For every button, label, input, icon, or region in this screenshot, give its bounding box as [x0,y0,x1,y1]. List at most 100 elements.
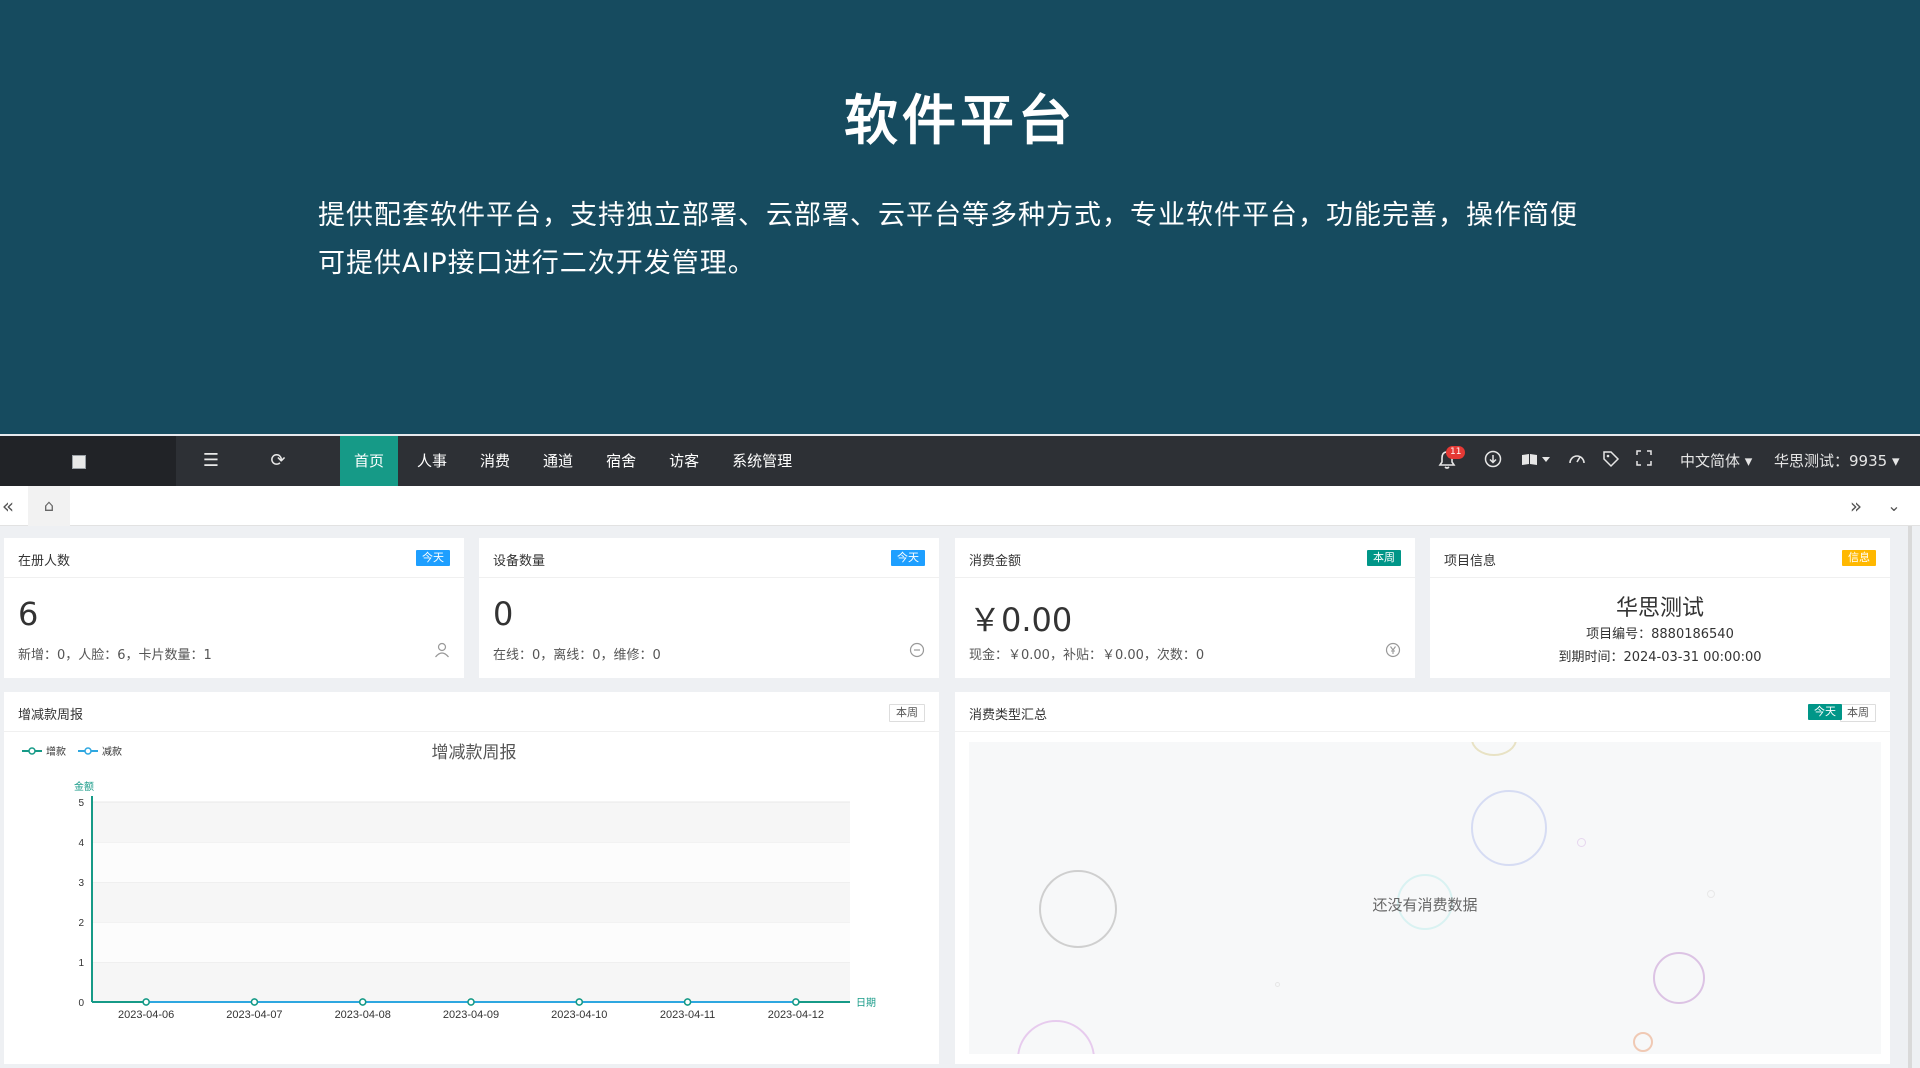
panel-header: 消费类型汇总 本周 今天 [955,692,1890,732]
nav-item-home[interactable]: 首页 [340,436,399,486]
registered-count: 6 [18,595,39,633]
hero-desc-line2: 可提供AIP接口进行二次开发管理。 [318,248,756,279]
spend-detail: 现金：￥0.00，补贴：￥0.00，次数：0 [969,648,1205,663]
fullscreen-icon[interactable] [1636,450,1652,472]
nav-item-system[interactable]: 系统管理 [718,436,806,486]
today-tab[interactable]: 今天 [1808,704,1842,720]
book-dropdown-icon[interactable] [1520,450,1554,474]
x-tick-label: 2023-04-07 [226,1009,282,1021]
y-tick-label: 2 [78,918,84,929]
legend-marker [84,747,92,755]
nav-item-consumption[interactable]: 消费 [466,436,524,486]
home-tab-icon[interactable]: ⌂ [28,486,70,526]
tag-icon[interactable] [1602,450,1620,474]
x-tick-label: 2023-04-08 [335,1009,391,1021]
tab-scroll-right-icon[interactable]: » [1846,486,1866,526]
card-tag: 信息 [1842,550,1876,566]
project-code: 项目编号：8880186540 [1586,627,1734,642]
decor-bubble [1471,790,1547,866]
project-name: 华思测试 [1615,596,1704,621]
card-tag: 今天 [891,550,925,566]
project-expire: 到期时间：2024-03-31 00:00:00 [1558,650,1762,665]
card-title: 项目信息 [1444,554,1497,569]
hero-title: 软件平台 [844,89,1076,152]
y-axis-label: 金额 [74,780,94,793]
tab-scroll-left-icon[interactable]: « [0,486,16,526]
registered-detail: 新增：0，人脸：6，卡片数量：1 [18,648,212,663]
menu-toggle-icon[interactable]: ☰ [199,449,223,473]
logo-area [0,436,176,486]
language-select[interactable]: 中文简体 ▾ [1680,450,1752,472]
card-tag: 今天 [416,550,450,566]
hero-description: 提供配套软件平台，支持独立部署、云部署、云平台等多种方式，专业软件平台，功能完善… [318,192,1638,288]
tab-bar: « ⌂ » ⌄ [0,486,1920,526]
data-point [250,998,259,1006]
week-tab[interactable]: 本周 [1840,704,1876,722]
nav-item-dormitory[interactable]: 宿舍 [592,436,650,486]
scrollbar[interactable] [1908,526,1912,1068]
weekly-report-panel: 增减款周报 本周 增减款周报 增款 减款 金额 0 1 2 3 4 5 日期 2023-04-06 20… [4,692,939,1064]
nav-item-personnel[interactable]: 人事 [403,436,461,486]
user-label: 华思测试：9935 [1774,452,1888,470]
y-tick-label: 4 [78,838,84,849]
data-point [683,998,692,1006]
card-header: 设备数量 今天 [479,538,939,578]
decor-bubble [1017,1020,1095,1054]
decor-bubble [1471,742,1517,756]
yen-icon [1385,642,1401,662]
legend-label: 减款 [102,745,122,758]
card-tag: 本周 [1367,550,1401,566]
decor-bubble [1275,982,1280,987]
card-title: 在册人数 [18,554,71,569]
decor-bubble [1633,1032,1653,1052]
device-status-icon [909,642,925,662]
empty-data-message: 还没有消费数据 [1372,896,1478,914]
grid-band [92,802,850,842]
language-label: 中文简体 [1680,452,1741,470]
dashboard-icon[interactable] [1568,450,1586,474]
panel-title: 消费类型汇总 [969,708,1048,723]
card-header: 项目信息 信息 [1430,538,1890,578]
data-point [792,998,800,1006]
y-tick-label: 1 [78,958,84,969]
x-tick-label: 2023-04-10 [551,1009,607,1021]
devices-count: 0 [493,595,514,633]
notification-count: 11 [1446,446,1466,459]
legend-label: 增款 [46,745,66,758]
logo-image [72,455,86,469]
project-card: 项目信息 信息 华思测试 项目编号：8880186540 到期时间：2024-0… [1430,538,1890,678]
weekly-line-chart: 增减款周报 增款 减款金额 0 1 2 3 4 5 日期 2023-04-06 2023-04-07 2… [22,743,876,1021]
devices-card: 设备数量 今天 0 在线：0，离线：0，维修：0 [479,538,939,678]
y-tick-label: 0 [78,998,84,1009]
card-header: 在册人数 今天 [4,538,464,578]
x-tick-label: 2023-04-11 [660,1009,715,1021]
consumption-type-panel: 消费类型汇总 本周 今天 还没有消费数据 [955,692,1890,1064]
registered-card: 在册人数 今天 6 新增：0，人脸：6，卡片数量：1 [4,538,464,678]
app-screenshot: ☰ ⟳ 首页 人事 消费 通道 宿舍 访客 系统管理 11 中文简体 ▾ 华思测… [0,434,1920,1068]
bell-icon[interactable]: 11 [1438,446,1466,476]
y-tick-label: 5 [78,798,84,809]
grid-band [92,962,850,1002]
download-icon[interactable] [1484,450,1502,474]
card-title: 设备数量 [493,554,546,569]
x-tick-label: 2023-04-12 [768,1009,824,1021]
x-tick-label: 2023-04-09 [443,1009,499,1021]
devices-detail: 在线：0，离线：0，维修：0 [493,648,661,663]
x-tick-label: 2023-04-06 [118,1009,174,1021]
tab-options-chevron-down-icon[interactable]: ⌄ [1882,486,1906,526]
consumption-chart-area: 还没有消费数据 [969,742,1881,1054]
chart-title: 增减款周报 [432,743,517,762]
spend-card: 消费金额 本周 ￥0.00 现金：￥0.00，补贴：￥0.00，次数：0 [955,538,1415,678]
x-axis-label: 日期 [856,997,876,1009]
card-header: 消费金额 本周 [955,538,1415,578]
decor-bubble [1577,838,1586,847]
y-tick-label: 3 [78,878,84,889]
nav-item-channel[interactable]: 通道 [529,436,587,486]
nav-item-visitor[interactable]: 访客 [655,436,713,486]
refresh-icon[interactable]: ⟳ [266,449,290,473]
card-title: 消费金额 [969,554,1022,569]
user-menu[interactable]: 华思测试：9935 ▾ [1774,450,1900,472]
data-point [142,998,150,1006]
grid-band [92,842,850,882]
spend-amount: ￥0.00 [969,601,1073,639]
